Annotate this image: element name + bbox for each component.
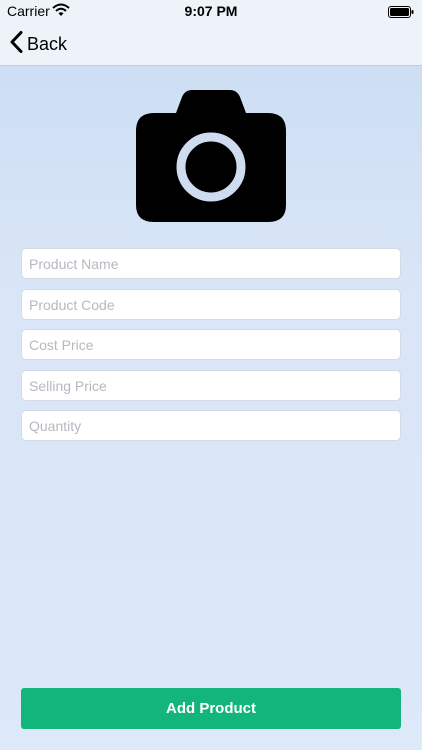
product-name-input[interactable] [21,248,401,279]
chevron-left-icon [10,30,23,58]
navigation-bar: Back [0,22,422,66]
product-code-input[interactable] [21,289,401,320]
quantity-input[interactable] [21,410,401,441]
cost-price-input[interactable] [21,329,401,360]
status-bar: Carrier 9:07 PM [0,0,422,22]
back-label: Back [27,33,68,54]
camera-icon [136,90,286,222]
status-time: 9:07 PM [184,3,238,19]
add-photo-button[interactable] [134,89,288,223]
back-button[interactable]: Back [10,30,67,58]
add-product-button[interactable]: Add Product [21,688,401,729]
selling-price-input[interactable] [21,370,401,401]
battery-icon [388,5,414,21]
